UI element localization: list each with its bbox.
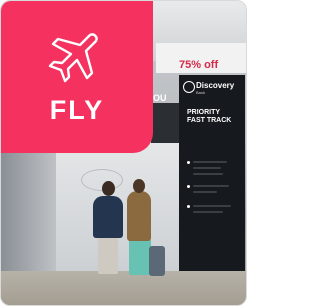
category-label: FLY bbox=[49, 95, 105, 125]
sign-text-line bbox=[193, 161, 227, 163]
sign-sub: Bank bbox=[196, 90, 206, 95]
sign-text-line bbox=[193, 205, 231, 207]
sign-logo-icon bbox=[183, 81, 195, 93]
sign-text-line bbox=[193, 167, 221, 169]
floor bbox=[1, 271, 246, 305]
sign-bullet bbox=[187, 185, 190, 188]
fly-category-tile[interactable]: FLY bbox=[1, 1, 153, 153]
traveller-2 bbox=[127, 191, 151, 241]
sign-bullet bbox=[187, 161, 190, 164]
sign-text-line bbox=[193, 211, 223, 213]
traveller-2-head bbox=[133, 179, 145, 193]
sign-brand: Discovery bbox=[196, 81, 235, 90]
traveller-1 bbox=[93, 196, 123, 238]
traveller-1-legs bbox=[98, 236, 118, 274]
airplane-icon bbox=[48, 33, 98, 83]
sign-text-line bbox=[193, 185, 229, 187]
traveller-1-head bbox=[102, 181, 115, 196]
promo-text: 75% off bbox=[179, 59, 219, 71]
traveller-2-legs bbox=[129, 239, 151, 275]
suitcase bbox=[149, 246, 165, 276]
sign-text-line bbox=[193, 173, 223, 175]
sign-text-line bbox=[193, 191, 217, 193]
sign-stand bbox=[151, 103, 181, 143]
fast-track-sign: Discovery Bank PRIORITY FAST TRACK bbox=[179, 75, 245, 297]
sign-stand-text: OU bbox=[153, 93, 167, 103]
sign-heading-priority: PRIORITY bbox=[187, 109, 221, 116]
fly-category-card[interactable]: 75% off OU Discovery Bank PRIORITY FAST … bbox=[0, 0, 247, 306]
sign-heading-fast-track: FAST TRACK bbox=[187, 117, 232, 124]
sign-bullet bbox=[187, 205, 190, 208]
